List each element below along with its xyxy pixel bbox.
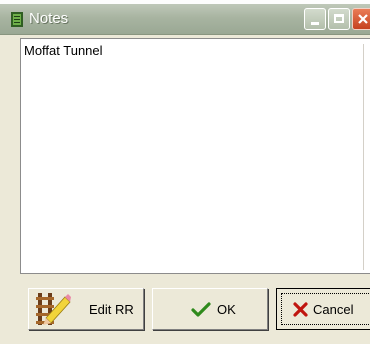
maximize-button[interactable] (328, 8, 350, 30)
maximize-icon (334, 14, 344, 23)
notes-textarea[interactable]: Moffat Tunnel (21, 39, 370, 273)
notes-window: Notes Moffat Tunnel Edit RR OK Cancel (0, 0, 370, 344)
x-icon (293, 302, 308, 317)
edit-rr-label: Edit RR (89, 302, 134, 317)
close-button[interactable] (352, 8, 370, 30)
edit-rr-button[interactable]: Edit RR (28, 288, 144, 330)
ok-button[interactable]: OK (152, 288, 268, 330)
notes-app-icon (11, 12, 23, 27)
ok-label: OK (217, 302, 236, 317)
editor-scrollbar[interactable] (363, 44, 370, 270)
cancel-button[interactable]: Cancel (276, 288, 370, 330)
close-icon (358, 14, 368, 24)
cancel-label: Cancel (313, 302, 354, 317)
minimize-button[interactable] (304, 8, 326, 30)
title-bar[interactable]: Notes (0, 4, 370, 35)
minimize-icon (311, 22, 319, 25)
notes-editor[interactable]: Moffat Tunnel (20, 38, 370, 274)
checkmark-icon (191, 302, 211, 317)
track-pencil-icon (36, 293, 71, 325)
window-title: Notes (29, 10, 69, 27)
